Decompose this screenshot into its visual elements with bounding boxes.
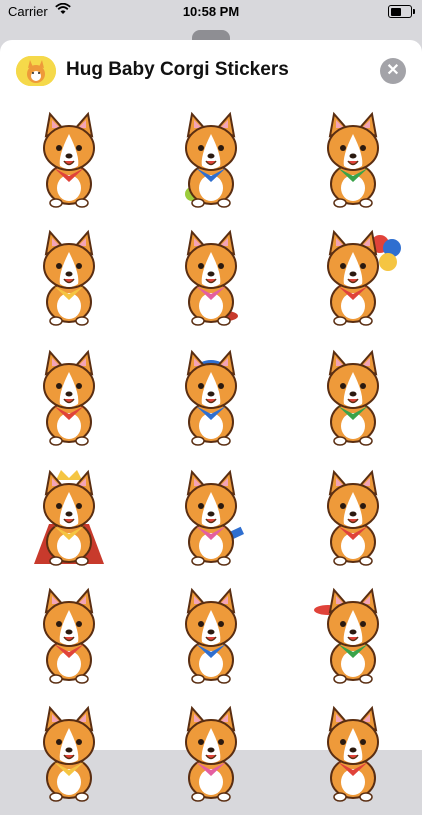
sticker-corgi-partial-2[interactable] — [156, 700, 266, 810]
sticker-corgi-peeking[interactable] — [298, 464, 408, 574]
sticker-corgi-with-bowl[interactable] — [156, 224, 266, 334]
sticker-corgi-partial-1[interactable] — [14, 700, 124, 810]
sticker-sheet: Hug Baby Corgi Stickers ✕ — [0, 40, 422, 802]
sticker-corgi-cap-winking[interactable] — [156, 344, 266, 454]
sticker-corgi-with-ball[interactable] — [156, 106, 266, 216]
sticker-corgi-frisbee[interactable] — [298, 582, 408, 692]
status-bar: Carrier 10:58 PM — [0, 0, 422, 24]
sticker-corgi-sleeping[interactable] — [298, 106, 408, 216]
close-icon: ✕ — [386, 62, 400, 79]
sticker-corgi-partial-3[interactable] — [298, 700, 408, 810]
battery-icon — [388, 5, 415, 18]
sticker-corgi-standing[interactable] — [156, 582, 266, 692]
sheet-header: Hug Baby Corgi Stickers ✕ — [0, 40, 422, 98]
sticker-corgi-toilet-reading[interactable] — [14, 224, 124, 334]
battery-level — [390, 7, 401, 16]
sticker-corgi-bandana-sitting[interactable] — [14, 344, 124, 454]
sticker-corgi-jumping[interactable] — [14, 582, 124, 692]
close-button[interactable]: ✕ — [380, 58, 406, 84]
sticker-corgi-balloons[interactable] — [298, 224, 408, 334]
corgi-app-icon — [16, 56, 56, 86]
clock: 10:58 PM — [182, 4, 240, 19]
page-title: Hug Baby Corgi Stickers — [66, 59, 289, 80]
sticker-corgi-guitar-singing[interactable] — [156, 464, 266, 574]
sticker-corgi-king-cape[interactable] — [14, 464, 124, 574]
sticker-corgi-lying[interactable] — [14, 106, 124, 216]
sticker-corgi-bandana-front[interactable] — [298, 344, 408, 454]
